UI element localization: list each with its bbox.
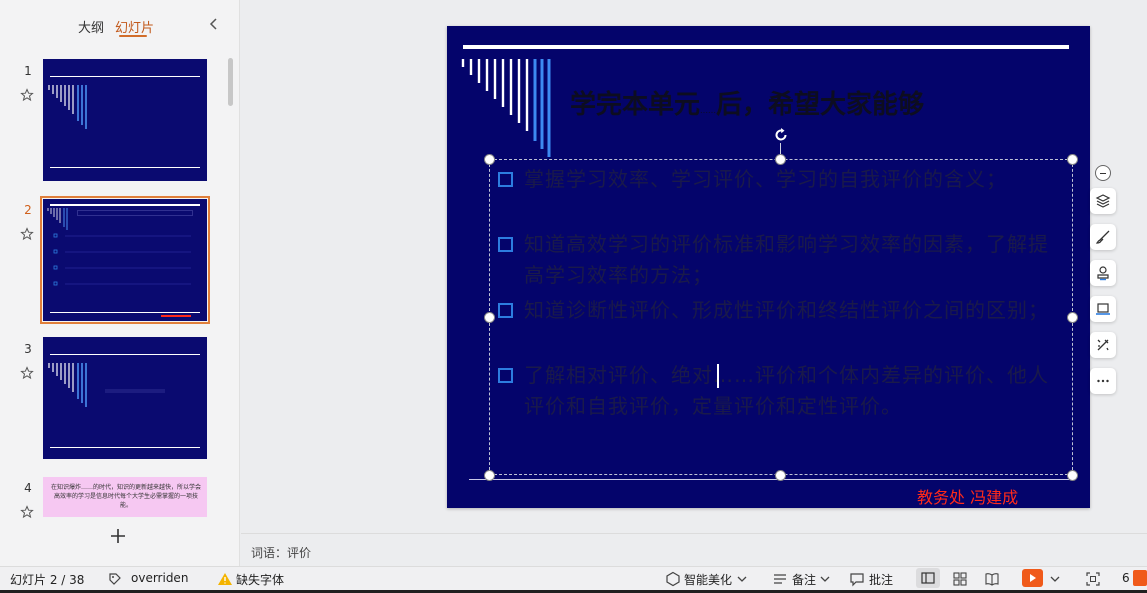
- notes-button[interactable]: 备注: [792, 571, 816, 588]
- beautify-icon[interactable]: [665, 571, 681, 587]
- slide-number: 2: [24, 203, 32, 217]
- grid-view-icon[interactable]: [952, 571, 968, 587]
- play-button[interactable]: [1022, 569, 1043, 587]
- resize-handle[interactable]: [775, 154, 786, 165]
- star-icon[interactable]: [20, 505, 34, 519]
- decor-line: [463, 45, 1069, 49]
- theme-name[interactable]: overriden: [131, 571, 188, 585]
- star-icon[interactable]: [20, 227, 34, 241]
- chevron-down-icon[interactable]: [734, 571, 750, 587]
- resize-handle[interactable]: [1067, 470, 1078, 481]
- resize-handle[interactable]: [1067, 154, 1078, 165]
- slide-title[interactable]: 学完本单元……后，希望大家能够: [570, 84, 1050, 121]
- fit-window-icon[interactable]: [1085, 571, 1101, 587]
- slide-footer-name[interactable]: 教务处 冯建成: [917, 484, 1018, 508]
- notes-icon[interactable]: [772, 571, 788, 587]
- resize-handle[interactable]: [484, 312, 495, 323]
- slide-number: 1: [24, 64, 32, 78]
- zoom-level[interactable]: 6: [1122, 571, 1130, 585]
- slide-counter: 幻灯片 2 / 38: [10, 573, 85, 587]
- plus-icon[interactable]: [109, 527, 127, 545]
- more-icon[interactable]: [1090, 368, 1116, 394]
- reading-view-icon[interactable]: [984, 571, 1000, 587]
- slide-thumbnail-2[interactable]: [40, 196, 210, 324]
- laptop-icon[interactable]: [1090, 296, 1116, 322]
- active-tab-indicator: [119, 35, 147, 37]
- missing-font-button[interactable]: 缺失字体: [236, 571, 284, 588]
- chevron-down-icon[interactable]: [1047, 571, 1063, 587]
- slide-thumbnail-1[interactable]: [43, 59, 207, 181]
- notes-text[interactable]: 词语：评价: [251, 544, 311, 561]
- decor-triangle: [461, 59, 551, 157]
- chevron-down-icon[interactable]: [817, 571, 833, 587]
- presentation-editor: 大纲 幻灯片 1 2 3 4 在知识爆炸……的时代，知识的更新越来越快，所以学会…: [0, 0, 1147, 593]
- selection-box[interactable]: [489, 159, 1073, 475]
- star-icon[interactable]: [20, 88, 34, 102]
- rotate-icon[interactable]: [773, 127, 789, 143]
- resize-handle[interactable]: [775, 470, 786, 481]
- resize-handle[interactable]: [484, 154, 495, 165]
- thumbnail-text: 在知识爆炸……的时代，知识的更新越来越快，所以学会高效率的学习是信息时代每个大学…: [51, 484, 202, 509]
- brush-icon[interactable]: [1090, 224, 1116, 250]
- resize-handle[interactable]: [484, 470, 495, 481]
- slide-thumbnail-3[interactable]: [43, 337, 207, 459]
- tab-slides[interactable]: 幻灯片: [115, 17, 154, 36]
- status-bar: 幻灯片 2 / 38 overriden 缺失字体 智能美化 备注 批注 6: [0, 566, 1147, 590]
- stamp-icon[interactable]: [1090, 260, 1116, 286]
- resize-handle[interactable]: [1067, 312, 1078, 323]
- decor-line: [469, 479, 1069, 480]
- star-icon[interactable]: [20, 366, 34, 380]
- slide-number: 4: [24, 481, 32, 495]
- zoom-minus-icon[interactable]: [1095, 165, 1111, 181]
- tab-outline[interactable]: 大纲: [78, 17, 104, 36]
- normal-view-button[interactable]: [916, 568, 940, 588]
- magic-icon[interactable]: [1090, 332, 1116, 358]
- app-logo: [1133, 570, 1147, 586]
- layers-icon[interactable]: [1090, 188, 1116, 214]
- slide-number: 3: [24, 342, 32, 356]
- theme-icon[interactable]: [107, 571, 123, 587]
- beautify-button[interactable]: 智能美化: [684, 571, 732, 588]
- slide-panel: 大纲 幻灯片 1 2 3 4 在知识爆炸……的时代，知识的更新越来越快，所以学会…: [0, 0, 240, 566]
- chevron-left-icon[interactable]: [206, 16, 222, 32]
- comments-button[interactable]: 批注: [869, 571, 893, 588]
- comment-icon[interactable]: [849, 571, 865, 587]
- panel-scrollbar[interactable]: [228, 58, 233, 106]
- play-icon: [1030, 574, 1036, 582]
- warning-icon: [218, 573, 232, 585]
- normal-view-icon: [921, 572, 935, 584]
- slide-canvas[interactable]: 学完本单元……后，希望大家能够 掌握学习效率、学习评价、学习的自我评价的含义； …: [447, 26, 1090, 508]
- slide-thumbnail-4[interactable]: 在知识爆炸……的时代，知识的更新越来越快，所以学会高效率的学习是信息时代每个大学…: [43, 477, 207, 517]
- notes-pane[interactable]: 词语：评价: [241, 533, 1147, 566]
